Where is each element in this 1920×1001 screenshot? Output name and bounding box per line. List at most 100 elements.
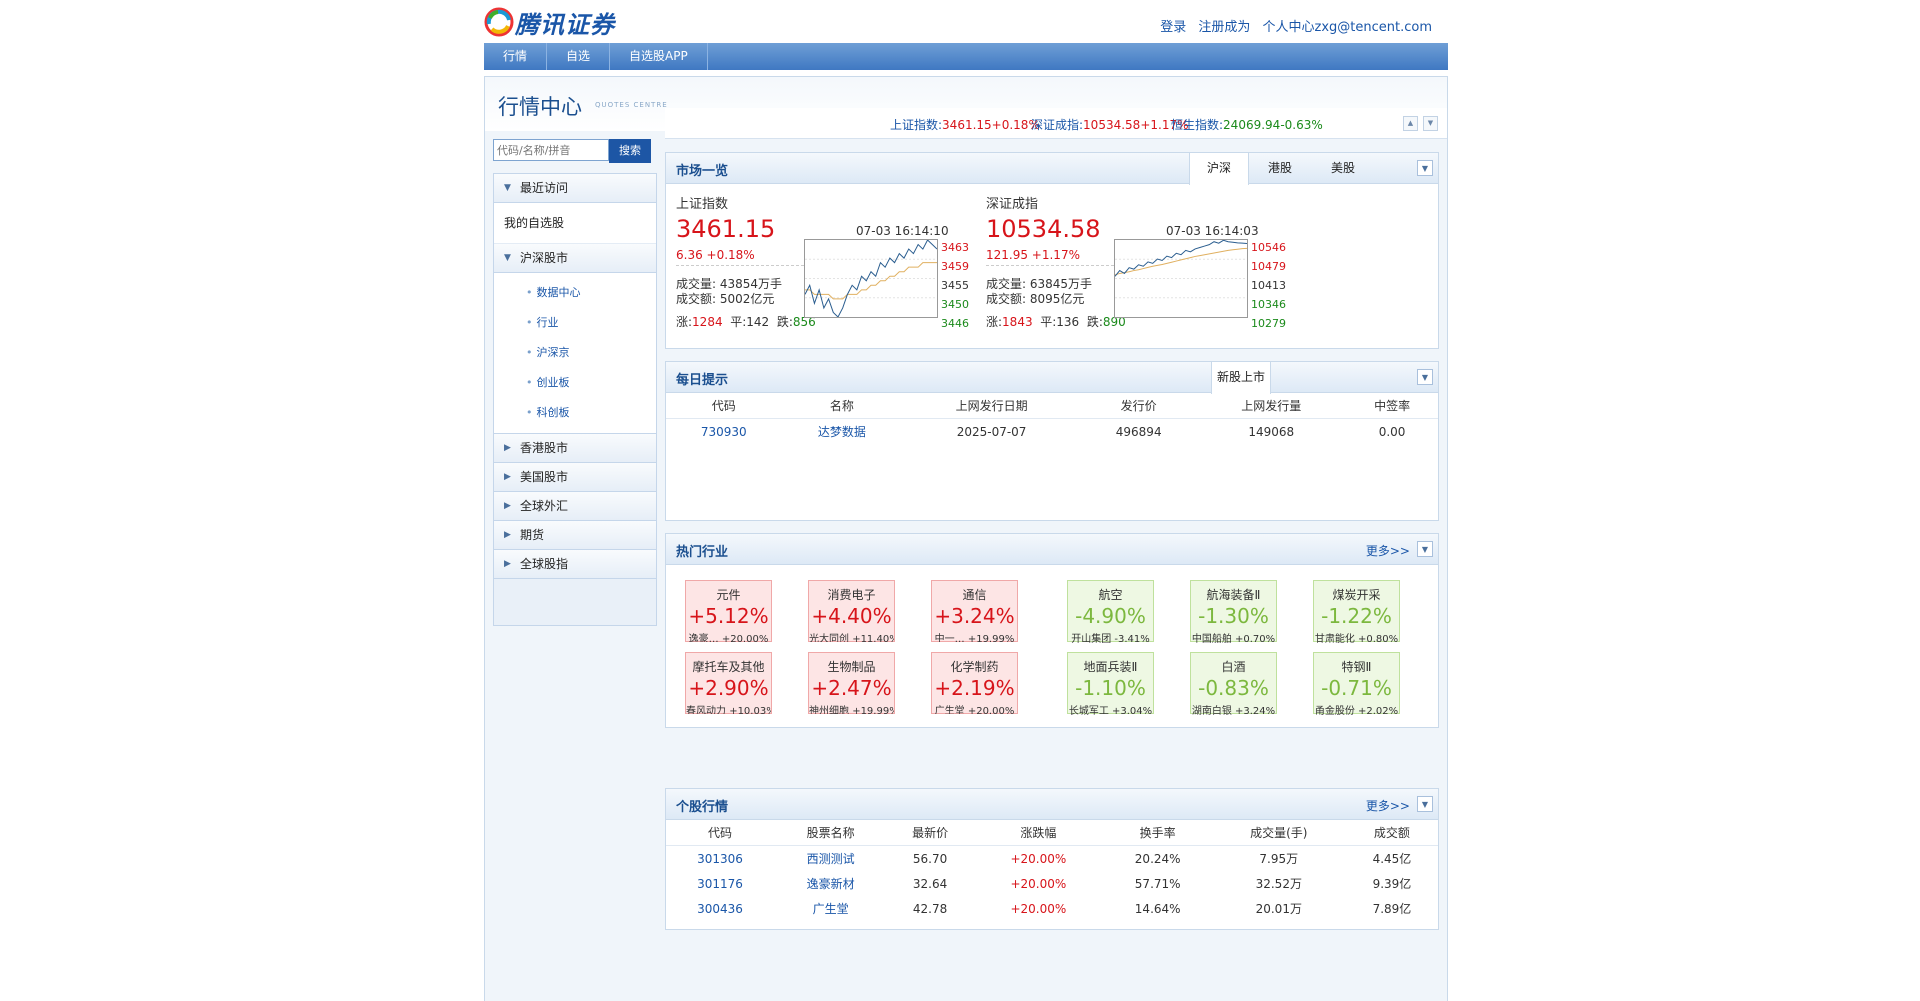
market-center: 行情中心 QUOTES CENTRE 搜索 ▼ 最近访问 我的自选股 ▼ 沪深股市 …: [484, 76, 1448, 1001]
register-link[interactable]: 注册成为: [1198, 20, 1250, 35]
column-header: 名称: [781, 393, 903, 419]
sector-change: -1.10%: [1075, 676, 1146, 700]
sidebar-item-label: 全球外汇: [520, 499, 569, 513]
column-header[interactable]: 最新价: [887, 820, 974, 846]
tab-us[interactable]: 美股: [1314, 153, 1372, 183]
tab-shsz[interactable]: 沪深: [1189, 153, 1249, 185]
sidebar-footer: [494, 579, 656, 625]
sector-tile[interactable]: 煤炭开采 -1.22% 甘肃能化 +0.80%: [1313, 580, 1400, 645]
sector-tile[interactable]: 特钢Ⅱ -0.71% 甬金股份 +2.02%: [1313, 652, 1400, 717]
column-header: 中签率: [1346, 393, 1438, 419]
chevron-right-icon: ▶: [504, 472, 511, 482]
index-ticker-bar: 上证指数:3461.15+0.18% 深证成指:10534.58+1.17% 恒…: [665, 108, 1447, 139]
more-link[interactable]: 更多>>: [1366, 542, 1410, 559]
sidebar-item-futures[interactable]: ▶ 期货: [494, 521, 656, 550]
search-input[interactable]: [493, 139, 609, 161]
search-button[interactable]: 搜索: [609, 139, 651, 163]
index-ticker-sz[interactable]: 深证成指:10534.58+1.17%: [1031, 116, 1189, 133]
top-bar: 腾讯证券 登录 注册成为 个人中心zxg@tencent.com: [484, 0, 1448, 43]
sidebar-item-shsz[interactable]: ▼ 沪深股市: [494, 244, 656, 273]
user-center-link[interactable]: 个人中心zxg@tencent.com: [1263, 20, 1432, 35]
sidebar-subitem-star[interactable]: 科创板: [494, 398, 656, 428]
panel-header: 热门行业 更多>> ▼: [666, 534, 1438, 565]
more-link[interactable]: 更多>>: [1366, 797, 1410, 814]
sidebar-subitem-shszbj[interactable]: 沪深京: [494, 338, 656, 368]
index-card-sz[interactable]: 深证成指 10534.58 121.95 +1.17% 成交量: 63845万手…: [976, 185, 1356, 345]
sector-tile[interactable]: 生物制品 +2.47% 神州细胞 +19.99%: [806, 650, 897, 717]
stock-name-link[interactable]: 达梦数据: [781, 419, 902, 445]
leader-name: 光大同创: [809, 634, 849, 645]
index-name: 恒生指数:: [1171, 118, 1224, 132]
leader-name: 开山集团: [1071, 634, 1112, 645]
divider: [986, 265, 1114, 266]
tab-hk[interactable]: 港股: [1251, 153, 1309, 183]
nav-item-app[interactable]: 自选股APP: [610, 43, 708, 70]
sidebar-item-recent[interactable]: ▼ 最近访问: [494, 174, 656, 203]
sidebar-item-us[interactable]: ▶ 美国股市: [494, 463, 656, 492]
nav-item-watchlist[interactable]: 自选: [547, 43, 611, 70]
stock-code-link[interactable]: 301306: [666, 846, 774, 872]
sector-tile[interactable]: 消费电子 +4.40% 光大同创 +11.40%: [806, 578, 897, 645]
leader-name: 甬金股份: [1314, 706, 1355, 717]
column-header[interactable]: 涨跌幅: [973, 820, 1104, 846]
sector-tile[interactable]: 摩托车及其他 +2.90% 春风动力 +10.03%: [683, 650, 774, 717]
stock-name-link[interactable]: 逸豪新材: [774, 871, 887, 896]
leader-change: +3.24%: [1235, 706, 1276, 717]
column-header[interactable]: 成交额: [1345, 820, 1438, 846]
leader-name: 广生堂: [934, 706, 965, 717]
ticker-down-button[interactable]: ▼: [1423, 116, 1438, 131]
table-cell: 496894: [1115, 424, 1162, 439]
sector-tile[interactable]: 航空 -4.90% 开山集团 -3.41%: [1067, 580, 1154, 645]
column-header[interactable]: 股票名称: [774, 820, 888, 846]
login-link[interactable]: 登录: [1160, 20, 1186, 35]
sector-tile[interactable]: 白酒 -0.83% 湖南白银 +3.24%: [1190, 652, 1277, 717]
hot-sectors-panel: 热门行业 更多>> ▼ 元件 +5.12% 逸豪… +20.00% 消费电子 +4.4…: [665, 533, 1439, 728]
table-cell: 20.01万: [1255, 902, 1302, 916]
sector-tile[interactable]: 航海装备Ⅱ -1.30% 中国船舶 +0.70%: [1190, 580, 1277, 645]
sidebar-item-global-index[interactable]: ▶ 全球股指: [494, 550, 656, 579]
column-header[interactable]: 换手率: [1103, 820, 1212, 846]
sector-leader: 湖南白银 +3.24%: [1191, 702, 1276, 717]
leader-name: 神州细胞: [809, 706, 849, 717]
intraday-chart-sh[interactable]: [804, 239, 938, 318]
chevron-right-icon: ▶: [504, 530, 511, 540]
sidebar-subitem-gem[interactable]: 创业板: [494, 368, 656, 398]
nav-item-quotes[interactable]: 行情: [484, 43, 548, 70]
sidebar-item-hk[interactable]: ▶ 香港股市: [494, 434, 656, 463]
stock-name-link[interactable]: 广生堂: [774, 896, 887, 921]
sector-tile[interactable]: 地面兵装Ⅱ -1.10% 长城军工 +3.04%: [1067, 652, 1154, 717]
flat-label: 平:: [1040, 315, 1057, 329]
tencent-logo-icon: [484, 7, 514, 37]
sector-tile[interactable]: 通信 +3.24% 中一… +19.99%: [929, 578, 1020, 645]
stock-name-link[interactable]: 西测测试: [774, 846, 887, 872]
chevron-down-icon[interactable]: ▼: [1417, 541, 1433, 557]
stock-code-link[interactable]: 730930: [666, 419, 781, 445]
sector-change: -0.71%: [1321, 676, 1392, 700]
index-ticker-sh[interactable]: 上证指数:3461.15+0.18%: [890, 116, 1040, 133]
stock-code-link[interactable]: 300436: [666, 896, 774, 921]
tencent-securities-logo[interactable]: 腾讯证券: [484, 6, 615, 39]
tab-new-listing[interactable]: 新股上市: [1211, 362, 1271, 394]
sector-tile[interactable]: 元件 +5.12% 逸豪… +20.00%: [683, 578, 774, 645]
sidebar-item-watchlist[interactable]: 我的自选股: [494, 203, 656, 244]
sidebar-item-forex[interactable]: ▶ 全球外汇: [494, 492, 656, 521]
chevron-down-icon[interactable]: ▼: [1417, 796, 1433, 812]
column-header[interactable]: 代码: [666, 820, 775, 846]
column-header[interactable]: 成交量(手): [1211, 820, 1346, 846]
sector-leader: 甬金股份 +2.02%: [1314, 702, 1399, 717]
stock-code-link[interactable]: 301176: [666, 871, 774, 896]
sector-tile[interactable]: 化学制药 +2.19% 广生堂 +20.00%: [929, 650, 1020, 717]
sector-change: -1.22%: [1321, 604, 1392, 628]
chevron-right-icon: ▶: [504, 501, 511, 511]
table-header-row: 代码 名称 上网发行日期 发行价 上网发行量 中签率: [666, 393, 1438, 419]
sector-name: 通信: [962, 588, 987, 602]
ticker-up-button[interactable]: ▲: [1403, 116, 1418, 131]
sidebar-subitem-industry[interactable]: 行业: [494, 308, 656, 338]
index-ticker-hsi[interactable]: 恒生指数:24069.94-0.63%: [1171, 116, 1323, 133]
sector-name: 元件: [716, 588, 741, 602]
chevron-down-icon[interactable]: ▼: [1417, 160, 1433, 176]
intraday-chart-sz[interactable]: [1114, 239, 1248, 318]
sidebar-subitem-data-center[interactable]: 数据中心: [494, 278, 656, 308]
leader-name: 中一…: [934, 634, 965, 645]
chevron-down-icon[interactable]: ▼: [1417, 369, 1433, 385]
